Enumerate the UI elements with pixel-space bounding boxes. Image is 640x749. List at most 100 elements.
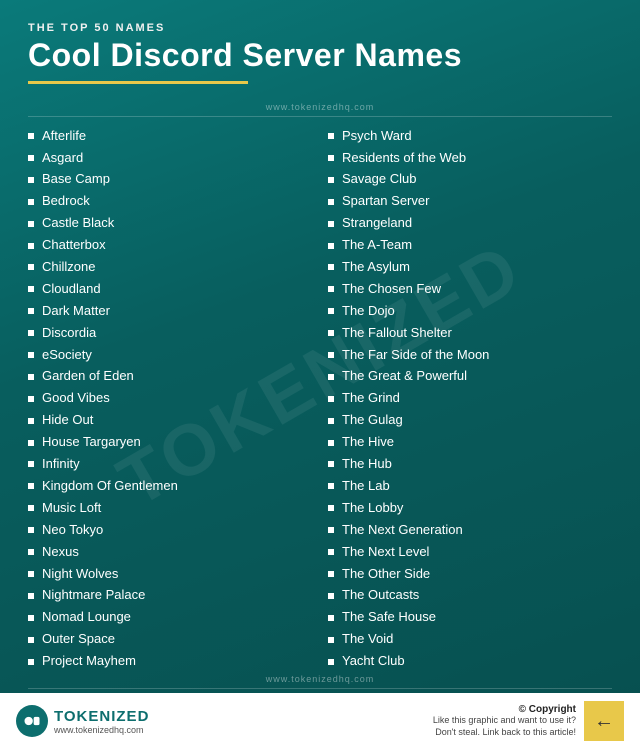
bullet-icon <box>28 549 34 555</box>
bullet-icon <box>328 199 334 205</box>
bullet-icon <box>328 286 334 292</box>
list-item: Residents of the Web <box>328 147 612 169</box>
logo-url: www.tokenizedhq.com <box>54 725 149 735</box>
bullet-icon <box>28 243 34 249</box>
bullet-icon <box>328 177 334 183</box>
bullet-icon <box>28 396 34 402</box>
list-item: Music Loft <box>28 497 312 519</box>
list-item: Outer Space <box>28 629 312 651</box>
bullet-icon <box>328 659 334 665</box>
bullet-icon <box>328 571 334 577</box>
list-item: Savage Club <box>328 169 612 191</box>
list-item: The Other Side <box>328 563 612 585</box>
list-item: Good Vibes <box>28 388 312 410</box>
footer-center: © Copyright Like this graphic and want t… <box>149 704 584 738</box>
list-item: Chillzone <box>28 257 312 279</box>
bullet-icon <box>28 308 34 314</box>
list-item: Nightmare Palace <box>28 585 312 607</box>
list-item: The Chosen Few <box>328 278 612 300</box>
logo-text-block: TOKENIZED www.tokenizedhq.com <box>54 708 149 735</box>
list-item: Base Camp <box>28 169 312 191</box>
list-item: Nexus <box>28 541 312 563</box>
list-item: Chatterbox <box>28 235 312 257</box>
subtitle: THE TOP 50 NAMES <box>28 22 612 34</box>
list-item: Hide Out <box>28 410 312 432</box>
list-item: Infinity <box>28 454 312 476</box>
left-column: AfterlifeAsgardBase CampBedrockCastle Bl… <box>20 125 320 672</box>
bullet-icon <box>328 637 334 643</box>
list-item: The Outcasts <box>328 585 612 607</box>
list-item: Neo Tokyo <box>28 519 312 541</box>
divider-bottom <box>28 688 612 689</box>
list-item: The Dojo <box>328 300 612 322</box>
bullet-icon <box>328 593 334 599</box>
list-item: Project Mayhem <box>28 651 312 673</box>
bullet-icon <box>28 461 34 467</box>
bullet-icon <box>328 418 334 424</box>
bullet-icon <box>28 155 34 161</box>
list-item: Asgard <box>28 147 312 169</box>
bullet-icon <box>28 527 34 533</box>
list-item: The A-Team <box>328 235 612 257</box>
list-item: The Void <box>328 629 612 651</box>
list-item: Dark Matter <box>28 300 312 322</box>
copyright-text: © Copyright <box>157 704 576 715</box>
list-item: The Gulag <box>328 410 612 432</box>
list-item: Kingdom Of Gentlemen <box>28 475 312 497</box>
bullet-icon <box>328 308 334 314</box>
bullet-icon <box>28 352 34 358</box>
list-item: Afterlife <box>28 125 312 147</box>
list-item: Discordia <box>28 322 312 344</box>
website-bottom: www.tokenizedhq.com <box>0 672 640 688</box>
list-item: The Hub <box>328 454 612 476</box>
list-item: The Grind <box>328 388 612 410</box>
list-item: Strangeland <box>328 213 612 235</box>
footer: TOKENIZED www.tokenizedhq.com © Copyrigh… <box>0 693 640 749</box>
list-item: The Fallout Shelter <box>328 322 612 344</box>
bullet-icon <box>28 330 34 336</box>
list-item: The Asylum <box>328 257 612 279</box>
footer-note-2: Don't steal. Link back to this article! <box>157 727 576 739</box>
list-item: Castle Black <box>28 213 312 235</box>
bullet-icon <box>28 483 34 489</box>
bullet-icon <box>328 221 334 227</box>
bullet-icon <box>28 418 34 424</box>
footer-note-1: Like this graphic and want to use it? <box>157 715 576 727</box>
main-container: TOKENIZED THE TOP 50 NAMES Cool Discord … <box>0 0 640 749</box>
bullet-icon <box>28 571 34 577</box>
bullet-icon <box>328 352 334 358</box>
bullet-icon <box>28 440 34 446</box>
list-item: Nomad Lounge <box>28 607 312 629</box>
bullet-icon <box>28 286 34 292</box>
logo-brand: TOKENIZED <box>54 708 149 725</box>
main-title: Cool Discord Server Names <box>28 38 612 73</box>
list-item: Yacht Club <box>328 651 612 673</box>
header: THE TOP 50 NAMES Cool Discord Server Nam… <box>0 0 640 100</box>
bullet-icon <box>328 440 334 446</box>
list-item: The Next Level <box>328 541 612 563</box>
arrow-icon[interactable]: ← <box>584 701 624 741</box>
brand-icon <box>22 711 42 731</box>
bullet-icon <box>328 330 334 336</box>
bullet-icon <box>328 505 334 511</box>
bullet-icon <box>28 177 34 183</box>
list-item: Spartan Server <box>328 191 612 213</box>
list-item: The Lab <box>328 475 612 497</box>
bullet-icon <box>328 374 334 380</box>
list-item: The Hive <box>328 432 612 454</box>
bullet-icon <box>28 221 34 227</box>
list-item: Bedrock <box>28 191 312 213</box>
list-item: House Targaryen <box>28 432 312 454</box>
bullet-icon <box>328 155 334 161</box>
bullet-icon <box>328 549 334 555</box>
bullet-icon <box>328 243 334 249</box>
list-item: Psych Ward <box>328 125 612 147</box>
bullet-icon <box>328 133 334 139</box>
bullet-icon <box>328 396 334 402</box>
list-item: Garden of Eden <box>28 366 312 388</box>
bullet-icon <box>28 199 34 205</box>
list-item: The Far Side of the Moon <box>328 344 612 366</box>
website-top: www.tokenizedhq.com <box>0 100 640 116</box>
bullet-icon <box>28 133 34 139</box>
list-item: The Safe House <box>328 607 612 629</box>
